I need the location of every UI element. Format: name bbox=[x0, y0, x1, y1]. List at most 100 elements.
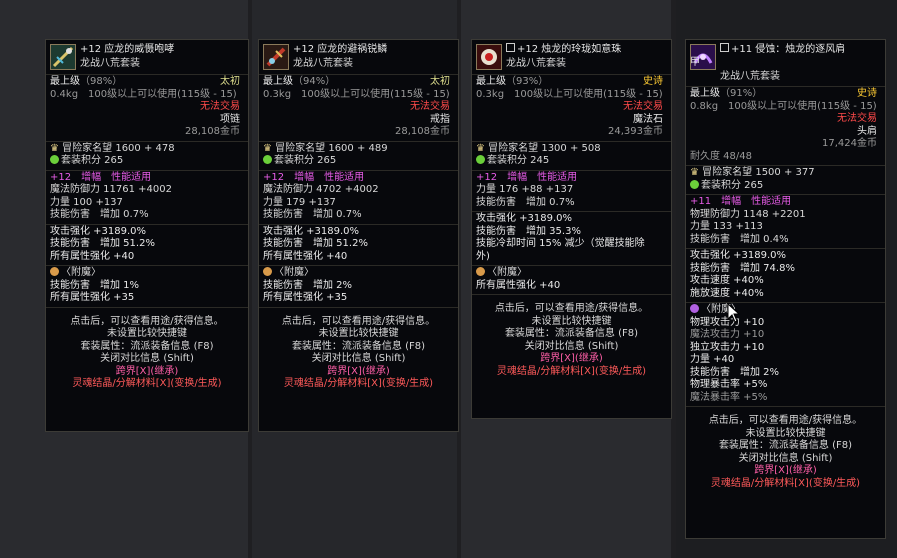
enchant-title: 〈附魔〉 bbox=[487, 267, 527, 278]
footer-hint: 点击后，可以查看用途/获得信息。 bbox=[70, 315, 224, 327]
item-slot: 戒指 bbox=[430, 113, 450, 125]
attributes-section: 攻击强化 +3189.0% 技能伤害 增加 74.8% 攻击速度 +40% 施放… bbox=[686, 249, 885, 303]
amplify-label: +12 增幅 性能适用 bbox=[50, 171, 152, 183]
amplify-label: +11 增幅 性能适用 bbox=[690, 196, 792, 207]
attr-line: 技能伤害 增加 74.8% bbox=[690, 262, 795, 274]
item-name: +11 侵蚀：烛龙的逐风肩 bbox=[720, 43, 845, 56]
trade-status: 无法交易 bbox=[410, 101, 450, 112]
attributes-section: 攻击强化 +3189.0% 技能伤害 增加 35.3% 技能冷却时间 15% 减… bbox=[472, 212, 671, 266]
attr-line: 技能伤害 增加 35.3% bbox=[476, 225, 581, 237]
stat-line: 力量 133 +113 bbox=[690, 221, 763, 232]
attr-line: 技能伤害 增加 51.2% bbox=[50, 238, 155, 249]
fame-value: 冒险家名望 1600 + 478 bbox=[62, 142, 175, 154]
item-name: +12 烛龙的玲珑如意珠 bbox=[506, 43, 621, 56]
attributes-section: 攻击强化 +3189.0% 技能伤害 增加 51.2% 所有属性强化 +40 bbox=[46, 225, 248, 266]
fame-value: 冒险家名望 1600 + 489 bbox=[275, 142, 388, 154]
enchant-orb-icon bbox=[690, 304, 699, 313]
weight-requirement: 0.8kg 100级以上可以使用(115级 - 15) bbox=[690, 100, 877, 112]
ring-icon bbox=[263, 44, 289, 70]
enchant-line: 所有属性强化 +35 bbox=[50, 292, 135, 303]
fame-value: 冒险家名望 1300 + 508 bbox=[488, 142, 601, 154]
attr-line: 攻击速度 +40% bbox=[690, 275, 764, 286]
enchant-section: 〈附魔〉 所有属性强化 +40 bbox=[472, 266, 671, 295]
tooltip-footer: 点击后，可以查看用途/获得信息。 未设置比较快捷键 套装属性：流派装备信息 (F… bbox=[472, 295, 671, 378]
item-price: 17,424金币 bbox=[822, 138, 877, 149]
item-set-name: 龙战八荒套装 bbox=[80, 58, 140, 69]
fame-icon: ♛ bbox=[476, 142, 485, 154]
stat-line: 物理防御力 1148 +2201 bbox=[690, 208, 806, 220]
level-percent: （91%） bbox=[720, 88, 763, 99]
item-set-name: 龙战八荒套装 bbox=[720, 71, 780, 82]
item-price: 28,108金币 bbox=[395, 126, 450, 137]
attr-line: 攻击强化 +3189.0% bbox=[50, 225, 147, 237]
tooltip-header: +11 侵蚀：烛龙的逐风肩 甲 龙战八荒套装 bbox=[686, 40, 885, 87]
footer-hint: 套装属性：流派装备信息 (F8) bbox=[80, 340, 214, 352]
footer-convert: 灵魂结晶/分解材料[X](变换/生成) bbox=[710, 477, 861, 489]
item-price: 24,393金币 bbox=[608, 126, 663, 137]
fame-section: ♛ 冒险家名望 1600 + 489 套装积分 265 bbox=[259, 142, 458, 171]
enchant-section: 〈附魔〉 物理攻击力 +10 魔法攻击力 +10 独立攻击力 +10 力量 +4… bbox=[686, 303, 885, 407]
stat-line: 技能伤害 增加 0.7% bbox=[50, 209, 149, 220]
stat-line: 魔法防御力 4702 +4002 bbox=[263, 184, 379, 195]
weight-requirement: 0.3kg 100级以上可以使用(115级 - 15) bbox=[263, 88, 450, 100]
level-percent: （94%） bbox=[293, 76, 336, 87]
set-points: 套装积分 265 bbox=[274, 155, 337, 166]
weight-requirement: 0.3kg 100级以上可以使用(115级 - 15) bbox=[476, 88, 663, 100]
footer-inherit: 跨界[X](继承) bbox=[115, 365, 179, 377]
footer-hint: 套装属性：流派装备信息 (F8) bbox=[718, 440, 853, 451]
footer-convert: 灵魂结晶/分解材料[X](变换/生成) bbox=[496, 365, 647, 377]
tooltip-footer: 点击后，可以查看用途/获得信息。 未设置比较快捷键 套装属性：流派装备信息 (F… bbox=[686, 407, 885, 490]
footer-convert: 灵魂结晶/分解材料[X](变换/生成) bbox=[283, 378, 434, 389]
item-slot: 魔法石 bbox=[633, 113, 663, 125]
stats-section: +12 增幅 性能适用 力量 176 +88 +137 技能伤害 增加 0.7% bbox=[472, 171, 671, 212]
fame-icon: ♛ bbox=[690, 167, 699, 178]
item-price: 28,108金币 bbox=[185, 126, 240, 137]
attr-line: 技能冷却时间 15% 减少（觉醒技能除 bbox=[476, 238, 645, 249]
enchant-line: 所有属性强化 +40 bbox=[476, 279, 561, 291]
tooltip-header: +12 烛龙的玲珑如意珠 龙战八荒套装 bbox=[472, 40, 671, 75]
stat-line: 力量 179 +137 bbox=[263, 196, 336, 208]
footer-hint: 点击后，可以查看用途/获得信息。 bbox=[494, 303, 649, 314]
attr-line: 外) bbox=[476, 250, 490, 262]
stats-section: +12 增幅 性能适用 魔法防御力 11761 +4002 力量 100 +13… bbox=[46, 171, 248, 225]
set-points: 套装积分 265 bbox=[61, 155, 124, 166]
enchant-line: 技能伤害 增加 2% bbox=[263, 279, 353, 291]
attr-line: 攻击强化 +3189.0% bbox=[690, 250, 787, 261]
fame-value: 冒险家名望 1500 + 377 bbox=[702, 167, 815, 178]
item-tooltip-shoulder: +11 侵蚀：烛龙的逐风肩 甲 龙战八荒套装 最上级（91%） 史诗 0.8kg … bbox=[685, 39, 886, 539]
stat-line: 魔法防御力 11761 +4002 bbox=[50, 184, 172, 195]
stats-section: +12 增幅 性能适用 魔法防御力 4702 +4002 力量 179 +137… bbox=[259, 171, 458, 225]
enchant-section: 〈附魔〉 技能伤害 增加 1% 所有属性强化 +35 bbox=[46, 266, 248, 308]
set-points-icon bbox=[50, 155, 59, 164]
item-name-continued: 甲 bbox=[690, 57, 700, 68]
level-label: 最上级 bbox=[263, 76, 293, 87]
tooltip-footer: 点击后，可以查看用途/获得信息。 未设置比较快捷键 套装属性：流派装备信息 (F… bbox=[46, 308, 248, 391]
footer-hint: 关闭对比信息 (Shift) bbox=[738, 452, 833, 464]
enchant-line: 独立攻击力 +10 bbox=[690, 341, 765, 353]
level-label: 最上级 bbox=[690, 88, 720, 99]
footer-hint: 未设置比较快捷键 bbox=[745, 427, 826, 439]
item-name: +12 应龙的避祸锐鳞 bbox=[293, 44, 388, 55]
item-set-name: 龙战八荒套装 bbox=[293, 58, 353, 69]
rarity: 史诗 bbox=[643, 76, 663, 87]
rarity: 太初 bbox=[430, 76, 450, 87]
fame-section: ♛ 冒险家名望 1300 + 508 套装积分 245 bbox=[472, 142, 671, 171]
footer-inherit: 跨界[X](继承) bbox=[327, 365, 390, 377]
item-set-name: 龙战八荒套装 bbox=[506, 58, 566, 69]
stat-line: 技能伤害 增加 0.4% bbox=[690, 233, 789, 245]
enchant-title: 〈附魔〉 bbox=[61, 267, 101, 278]
level-percent: （98%） bbox=[80, 76, 123, 87]
attr-line: 所有属性强化 +40 bbox=[50, 250, 135, 262]
rarity: 太初 bbox=[220, 76, 240, 87]
enchant-line: 物理攻击力 +10 bbox=[690, 316, 765, 328]
footer-inherit: 跨界[X](继承) bbox=[540, 353, 603, 364]
footer-hint: 点击后，可以查看用途/获得信息。 bbox=[708, 415, 863, 426]
item-tooltip-necklace: +12 应龙的威慑咆哮 龙战八荒套装 最上级（98%） 太初 0.4kg 100级… bbox=[45, 39, 249, 432]
item-basic-info: 最上级（93%） 史诗 0.3kg 100级以上可以使用(115级 - 15) 无… bbox=[472, 75, 671, 142]
enchant-section: 〈附魔〉 技能伤害 增加 2% 所有属性强化 +35 bbox=[259, 266, 458, 308]
orb-icon bbox=[476, 44, 502, 70]
fame-icon: ♛ bbox=[50, 142, 59, 154]
set-points: 套装积分 265 bbox=[701, 179, 764, 191]
stat-line: 技能伤害 增加 0.7% bbox=[263, 209, 362, 220]
footer-convert: 灵魂结晶/分解材料[X](变换/生成) bbox=[72, 378, 222, 389]
